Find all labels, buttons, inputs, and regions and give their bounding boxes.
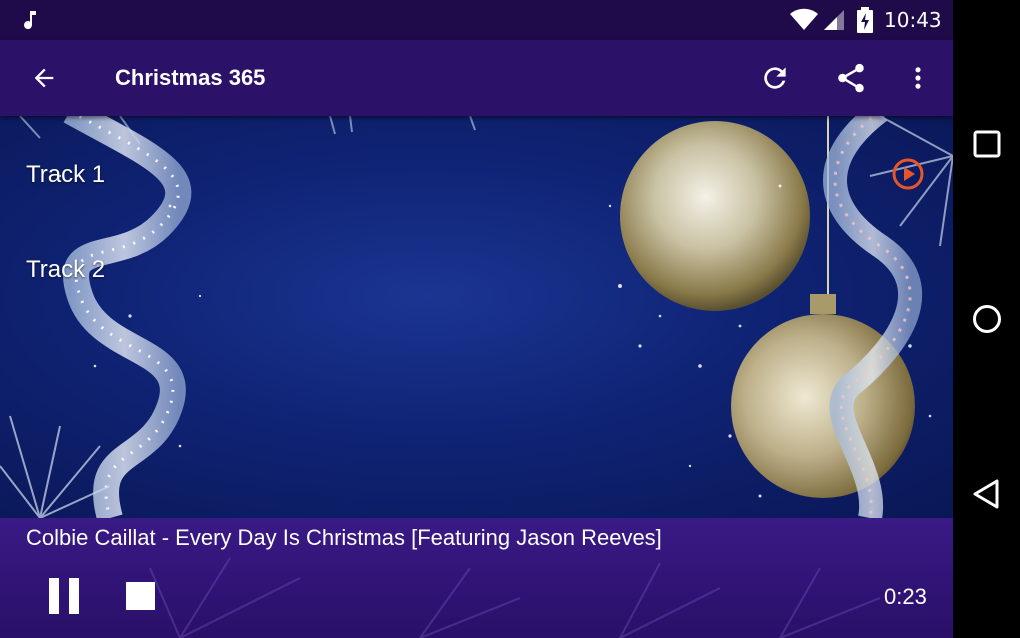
track-label: Track 1 — [26, 161, 106, 188]
app-screen: 10:43 Christmas 365 Track 1 Track 2 Colb… — [0, 0, 953, 638]
back-arrow-icon — [34, 68, 54, 88]
pause-icon — [49, 578, 79, 614]
pause-button[interactable] — [42, 574, 86, 618]
list-item-track-2[interactable]: Track 2 — [0, 226, 953, 316]
stop-icon — [126, 582, 155, 610]
status-time: 10:43 — [884, 8, 942, 32]
player-bar: Colbie Caillat - Every Day Is Christmas … — [0, 518, 953, 638]
music-icon — [24, 11, 36, 30]
share-icon — [838, 63, 864, 93]
nav-back-button[interactable] — [961, 468, 1013, 520]
list-item-track-1[interactable]: Track 1 — [0, 123, 953, 213]
status-bar: 10:43 — [0, 0, 953, 40]
elapsed-time: 0:23 — [884, 584, 927, 609]
recents-icon — [973, 130, 1001, 158]
back-icon — [973, 479, 999, 509]
home-icon — [973, 305, 1001, 333]
track-list: Track 1 Track 2 — [0, 116, 953, 518]
share-button[interactable] — [827, 54, 875, 102]
more-vert-icon — [915, 67, 921, 89]
nav-recents-button[interactable] — [961, 118, 1013, 170]
stop-button[interactable] — [120, 576, 160, 616]
track-label: Track 2 — [26, 256, 106, 283]
refresh-icon — [764, 67, 786, 89]
more-options-button[interactable] — [894, 54, 942, 102]
back-button[interactable] — [20, 54, 68, 102]
app-toolbar: Christmas 365 — [0, 40, 953, 116]
now-playing-title: Colbie Caillat - Every Day Is Christmas … — [26, 525, 662, 550]
nav-home-button[interactable] — [961, 293, 1013, 345]
cell-signal-icon — [824, 10, 844, 30]
system-nav-bar — [953, 0, 1020, 638]
battery-charging-icon — [857, 7, 873, 33]
wifi-icon — [790, 8, 818, 30]
toolbar-title: Christmas 365 — [115, 65, 266, 90]
now-playing-icon — [892, 158, 924, 190]
refresh-button[interactable] — [751, 54, 799, 102]
